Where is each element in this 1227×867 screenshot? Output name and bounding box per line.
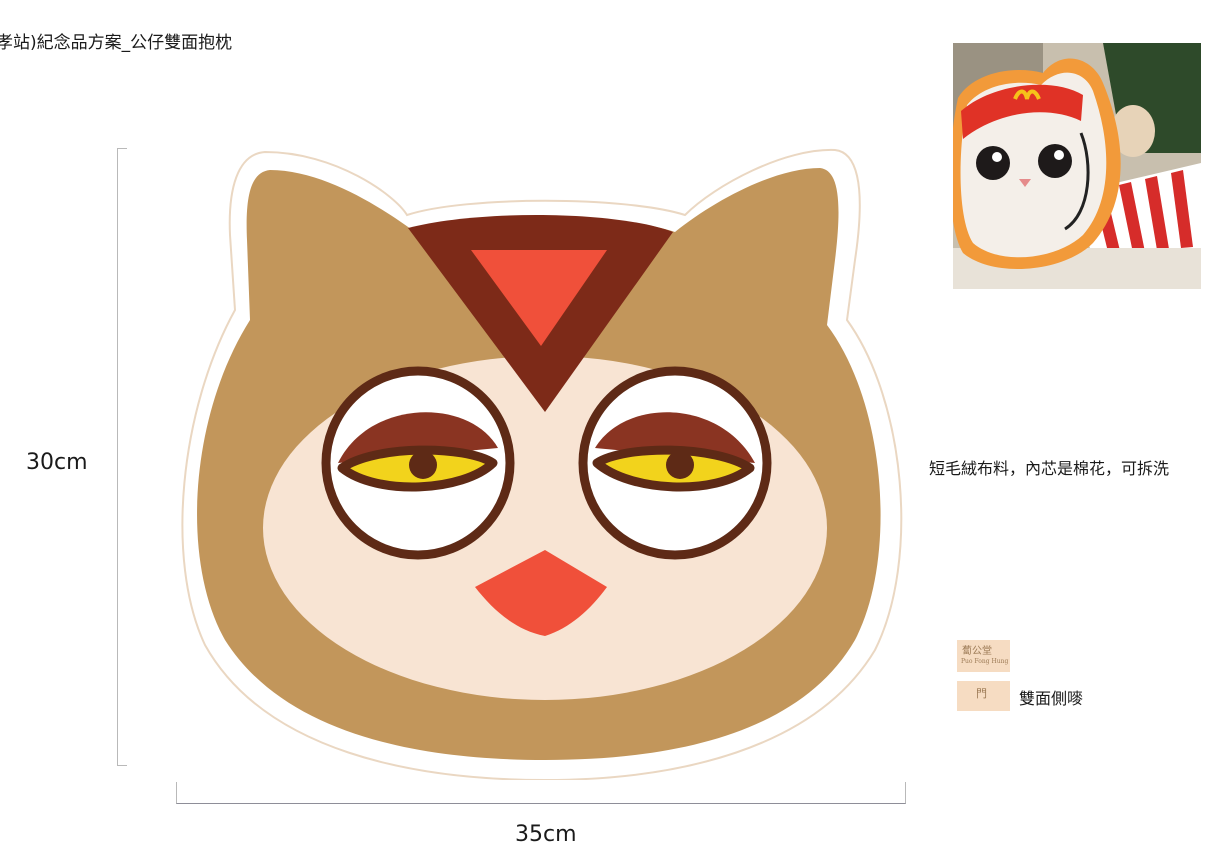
brand-logo-subtext: Puo Fong Hung — [961, 658, 1009, 665]
cat-pillow-reference-photo — [953, 43, 1201, 289]
width-dimension-label: 35cm — [515, 822, 577, 847]
photo-cat-left-eye — [976, 146, 1010, 180]
height-dimension-label: 30cm — [26, 450, 88, 475]
owl-right-eye — [578, 366, 772, 560]
side-label-text: 雙面側嘜 — [1019, 689, 1084, 708]
photo-cat-right-eye — [1038, 144, 1072, 178]
width-dimension-line — [176, 782, 906, 804]
brand-logo-text: 蔔公堂 — [962, 646, 992, 657]
owl-pillow-illustration — [181, 148, 903, 780]
page-title: 孝站)紀念品方案_公仔雙面抱枕 — [0, 33, 233, 53]
material-description: 短毛絨布料，內芯是棉花，可拆洗 — [929, 459, 1170, 478]
owl-left-eye — [321, 366, 515, 560]
height-dimension-line — [117, 148, 127, 766]
side-swatch-text: 門 — [976, 687, 987, 700]
